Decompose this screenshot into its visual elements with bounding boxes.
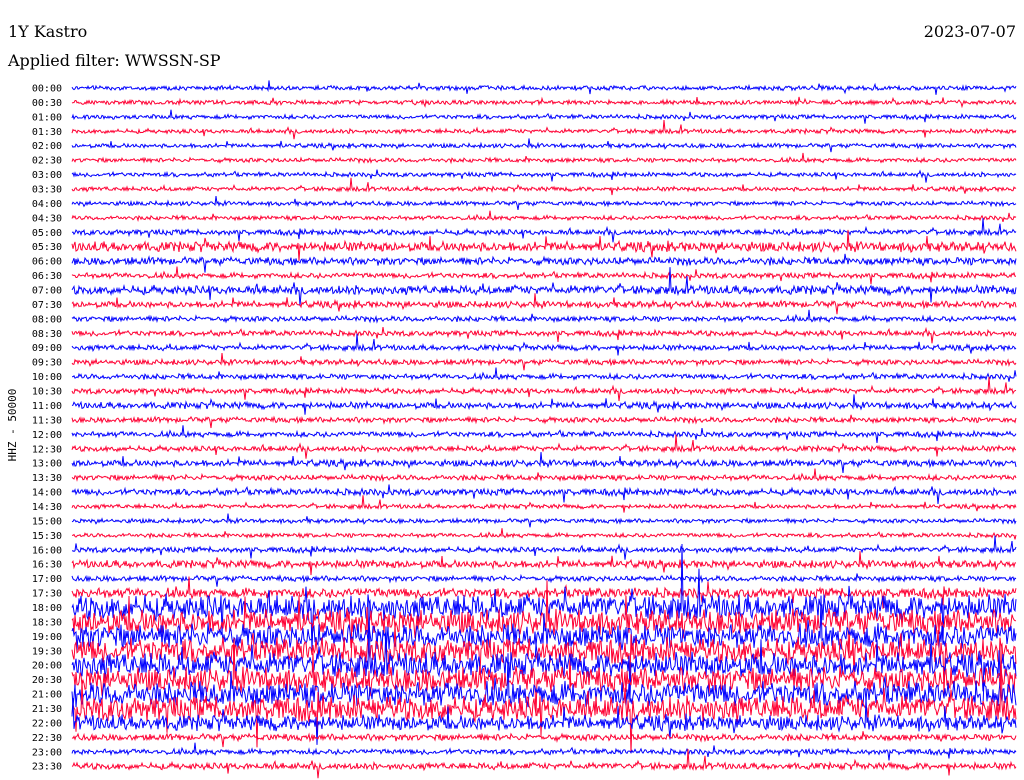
seismic-trace-row bbox=[71, 394, 1017, 415]
time-tick-label: 09:00 bbox=[32, 343, 62, 354]
time-tick-label: 13:00 bbox=[32, 459, 62, 470]
seismic-trace-row bbox=[71, 120, 1017, 140]
time-tick-label: 07:00 bbox=[32, 286, 62, 297]
helicorder-plot: 1Y Kastro 2023-07-07 Applied filter: WWS… bbox=[6, 22, 1017, 779]
time-tick-label: 12:30 bbox=[32, 444, 62, 455]
time-tick-label: 04:00 bbox=[32, 199, 62, 210]
seismic-trace-row bbox=[71, 573, 1017, 587]
seismic-trace-row bbox=[71, 484, 1017, 505]
time-tick-label: 09:30 bbox=[32, 358, 62, 369]
seismic-trace-row bbox=[71, 109, 1017, 124]
seismic-trace-row bbox=[71, 177, 1017, 196]
seismic-trace-row bbox=[71, 266, 1016, 285]
time-tick-label: 12:00 bbox=[32, 430, 62, 441]
time-tick-label: 14:00 bbox=[32, 488, 62, 499]
time-tick-label: 20:30 bbox=[32, 675, 62, 686]
seismic-trace-row bbox=[71, 326, 1017, 344]
time-tick-label: 16:00 bbox=[32, 545, 62, 556]
seismic-trace-row bbox=[71, 253, 1017, 273]
time-tick-label: 07:30 bbox=[32, 300, 62, 311]
time-tick-label: 13:30 bbox=[32, 473, 62, 484]
seismic-trace-row bbox=[71, 468, 1017, 483]
time-tick-label: 21:00 bbox=[32, 690, 62, 701]
seismic-trace-row bbox=[71, 196, 1017, 210]
date-label: 2023-07-07 bbox=[924, 22, 1016, 41]
time-tick-label: 19:00 bbox=[32, 632, 62, 643]
time-tick-label: 05:30 bbox=[32, 242, 62, 253]
filter-label: Applied filter: WWSSN-SP bbox=[7, 51, 221, 70]
seismic-trace-row bbox=[71, 138, 1017, 153]
time-tick-label: 01:00 bbox=[32, 112, 62, 123]
seismic-trace-row bbox=[71, 535, 1017, 560]
time-tick-label: 06:30 bbox=[32, 271, 62, 282]
seismic-trace-row bbox=[71, 333, 1017, 356]
seismic-trace-row bbox=[71, 293, 1017, 315]
time-tick-label: 21:30 bbox=[32, 704, 62, 715]
time-tick-label: 05:00 bbox=[32, 228, 62, 239]
seismic-trace-row bbox=[71, 513, 1017, 528]
time-tick-label: 22:30 bbox=[32, 733, 62, 744]
seismic-trace-row bbox=[71, 80, 1017, 95]
time-axis: 00:00 00:30 01:00 01:30 02:00 02:30 03:00 03:30… bbox=[32, 84, 62, 773]
seismic-trace-row bbox=[71, 210, 1017, 223]
time-tick-label: 11:00 bbox=[32, 401, 62, 412]
time-tick-label: 06:00 bbox=[32, 257, 62, 268]
time-tick-label: 00:30 bbox=[32, 98, 62, 109]
time-tick-label: 00:00 bbox=[32, 84, 62, 95]
time-tick-label: 02:30 bbox=[32, 156, 62, 167]
seismic-trace-row bbox=[71, 528, 1017, 540]
time-tick-label: 20:00 bbox=[32, 661, 62, 672]
time-tick-label: 08:00 bbox=[32, 314, 62, 325]
time-tick-label: 10:30 bbox=[32, 387, 62, 398]
y-axis-label: HHZ - 50000 bbox=[6, 389, 19, 462]
time-tick-label: 03:00 bbox=[32, 170, 62, 181]
time-tick-label: 10:00 bbox=[32, 372, 62, 383]
trace-area bbox=[71, 80, 1017, 779]
seismic-trace-row bbox=[71, 352, 1017, 371]
seismic-trace-row bbox=[71, 742, 1017, 761]
time-tick-label: 08:30 bbox=[32, 329, 62, 340]
seismic-trace-row bbox=[71, 376, 1017, 402]
time-tick-label: 01:30 bbox=[32, 127, 62, 138]
seismic-trace-row bbox=[71, 434, 1017, 459]
seismic-trace-row bbox=[71, 218, 1017, 243]
time-tick-label: 04:30 bbox=[32, 213, 62, 224]
time-tick-label: 17:00 bbox=[32, 574, 62, 585]
seismic-trace-row bbox=[71, 169, 1017, 183]
seismic-trace-row bbox=[71, 425, 1017, 444]
time-tick-label: 23:00 bbox=[32, 747, 62, 758]
time-tick-label: 03:30 bbox=[32, 185, 62, 196]
time-tick-label: 14:30 bbox=[32, 502, 62, 513]
time-tick-label: 22:00 bbox=[32, 718, 62, 729]
time-tick-label: 16:30 bbox=[32, 560, 62, 571]
time-tick-label: 02:00 bbox=[32, 141, 62, 152]
time-tick-label: 19:30 bbox=[32, 646, 62, 657]
seismic-trace-row bbox=[71, 309, 1017, 324]
time-tick-label: 15:00 bbox=[32, 516, 62, 527]
time-tick-label: 18:30 bbox=[32, 617, 62, 628]
seismic-trace-row bbox=[71, 267, 1017, 307]
seismic-trace-row bbox=[71, 152, 1017, 165]
seismic-trace-row bbox=[71, 731, 1017, 748]
time-tick-label: 15:30 bbox=[32, 531, 62, 542]
time-tick-label: 18:00 bbox=[32, 603, 62, 614]
seismic-trace-row bbox=[71, 452, 1017, 473]
seismic-trace-row bbox=[71, 414, 1017, 429]
seismic-trace-row bbox=[71, 367, 1017, 382]
seismic-trace-row bbox=[71, 96, 1017, 109]
time-tick-label: 23:30 bbox=[32, 762, 62, 773]
time-tick-label: 17:30 bbox=[32, 589, 62, 600]
seismic-trace-row bbox=[71, 495, 1017, 513]
station-title: 1Y Kastro bbox=[8, 22, 87, 41]
seismic-trace-row bbox=[71, 551, 1017, 576]
time-tick-label: 11:30 bbox=[32, 415, 62, 426]
